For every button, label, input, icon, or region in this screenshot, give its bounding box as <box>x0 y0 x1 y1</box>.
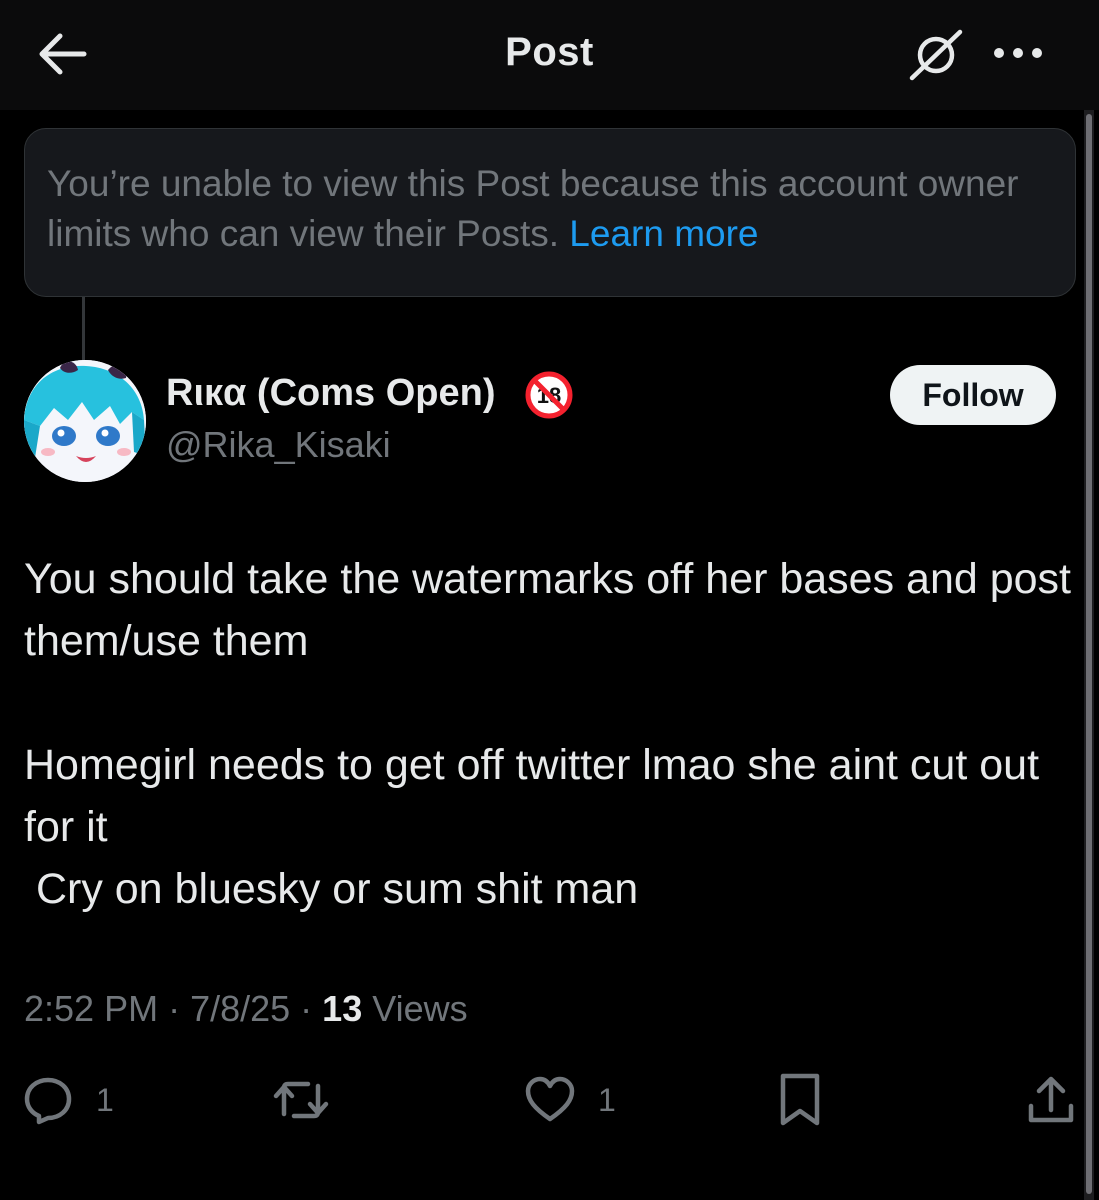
scrollbar[interactable] <box>1084 110 1094 1200</box>
like-count: 1 <box>598 1081 616 1118</box>
repost-icon <box>273 1081 329 1119</box>
post-meta: 2:52 PM · 7/8/25 · 13 Views <box>24 988 468 1030</box>
author-handle[interactable]: @Rika_Kisaki <box>166 424 391 466</box>
thread-connector-line <box>82 297 85 361</box>
more-options-button[interactable] <box>990 38 1046 68</box>
notice-text: You’re unable to view this Post because … <box>47 163 1019 254</box>
reply-button[interactable]: 1 <box>22 1070 114 1130</box>
meta-separator: · <box>158 988 191 1029</box>
more-dots-icon <box>994 48 1042 58</box>
post-date[interactable]: 7/8/25 <box>190 988 290 1029</box>
avatar[interactable] <box>24 360 146 482</box>
avatar-image <box>24 360 146 482</box>
bookmark-icon <box>780 1073 820 1126</box>
post-time[interactable]: 2:52 PM <box>24 988 158 1029</box>
top-bar: Post <box>0 0 1099 110</box>
follow-button[interactable]: Follow <box>890 365 1056 425</box>
share-icon <box>1028 1076 1074 1123</box>
unavailable-post-notice: You’re unable to view this Post because … <box>24 128 1076 297</box>
post-text: You should take the watermarks off her b… <box>24 555 1071 913</box>
reply-count: 1 <box>96 1081 114 1118</box>
scrollbar-thumb[interactable] <box>1086 114 1092 1194</box>
slashed-circle-icon <box>909 29 963 81</box>
post-screen: Post You’re unable to view this Post bec… <box>0 0 1099 1200</box>
heart-icon <box>525 1076 575 1122</box>
like-button[interactable]: 1 <box>524 1070 616 1130</box>
author-display-name[interactable]: Rιкα (Coms Open) <box>166 372 496 415</box>
bookmark-button[interactable] <box>778 1070 822 1130</box>
grok-button[interactable] <box>905 28 967 82</box>
share-button[interactable] <box>1026 1070 1076 1130</box>
learn-more-link[interactable]: Learn more <box>569 213 758 254</box>
views-count: 13 <box>322 988 363 1029</box>
no-under-18-icon: 18 <box>524 370 574 420</box>
meta-separator: · <box>290 988 323 1029</box>
reply-icon <box>24 1077 72 1125</box>
repost-button[interactable] <box>272 1070 330 1130</box>
views-label: Views <box>362 988 468 1029</box>
